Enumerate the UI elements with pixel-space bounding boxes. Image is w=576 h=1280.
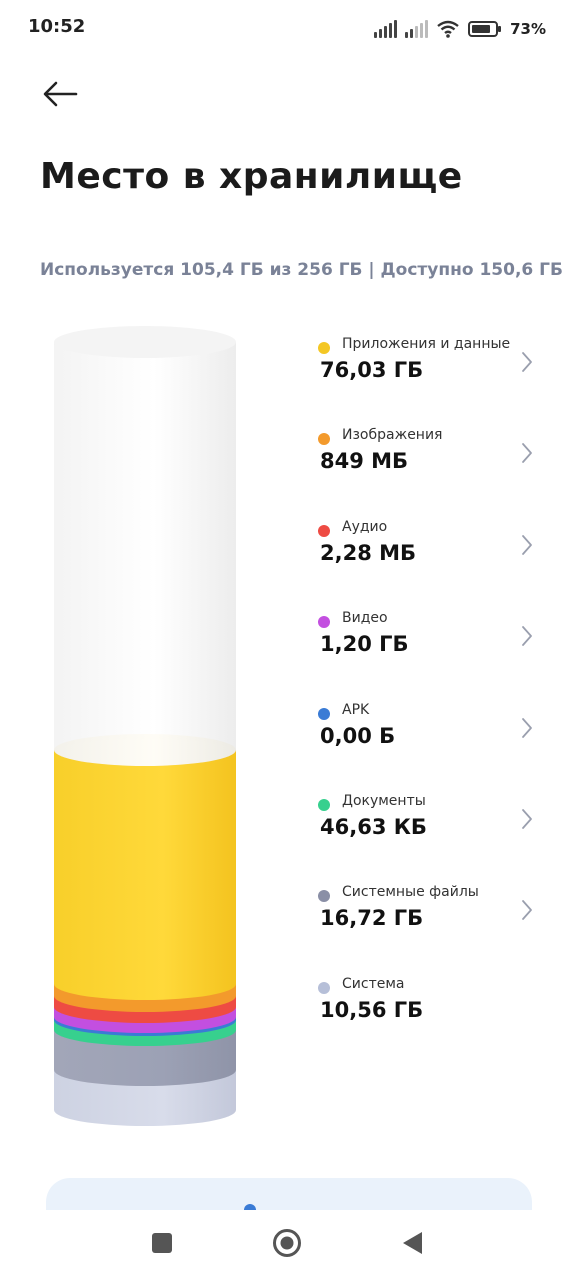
chevron-right-icon xyxy=(522,900,532,921)
chevron-right-icon xyxy=(522,809,532,829)
category-list: Приложения и данные 76,03 ГБ Изображения 84… xyxy=(316,336,536,1067)
signal-2-icon xyxy=(405,20,429,38)
chevron-right-icon xyxy=(522,443,532,464)
circle-icon xyxy=(273,1229,301,1257)
category-item[interactable]: APK 0,00 Б xyxy=(316,702,536,793)
category-size: 0,00 Б xyxy=(320,723,396,748)
page-title: Место в хранилище xyxy=(40,156,463,197)
segment-free xyxy=(54,342,236,766)
category-label: APK xyxy=(342,701,370,718)
category-color-dot xyxy=(318,616,330,629)
category-size: 1,20 ГБ xyxy=(320,632,409,657)
back-button[interactable] xyxy=(40,74,88,114)
category-color-dot xyxy=(318,707,330,720)
category-color-dot xyxy=(318,433,330,446)
back-nav-button[interactable] xyxy=(400,1230,424,1260)
category-color-dot xyxy=(318,890,330,903)
segment-apps-data xyxy=(54,750,236,1000)
category-label: Изображения xyxy=(342,427,443,444)
square-icon xyxy=(152,1233,172,1253)
category-size: 2,28 МБ xyxy=(320,540,417,565)
chevron-right-icon xyxy=(522,352,532,372)
arrow-left-icon xyxy=(43,81,78,107)
recents-button[interactable] xyxy=(150,1230,174,1258)
status-bar: 10:52 73% xyxy=(0,0,576,58)
category-size: 10,56 ГБ xyxy=(320,997,424,1022)
category-item[interactable]: Видео 1,20 ГБ xyxy=(316,610,536,701)
category-size: 76,03 ГБ xyxy=(320,358,424,382)
category-item[interactable]: Аудио 2,28 МБ xyxy=(316,519,536,610)
category-label: Видео xyxy=(342,610,388,627)
signal-1-icon xyxy=(374,20,398,38)
triangle-icon xyxy=(403,1232,422,1254)
category-size: 46,63 КБ xyxy=(320,814,427,839)
category-item[interactable]: Документы 46,63 КБ xyxy=(316,793,536,884)
navigation-bar xyxy=(0,1210,576,1280)
chevron-right-icon xyxy=(522,534,532,555)
chevron-right-icon xyxy=(522,717,532,738)
category-color-dot xyxy=(318,342,330,354)
home-button[interactable] xyxy=(272,1228,302,1262)
category-label: Документы xyxy=(342,792,426,809)
category-item: Система 10,56 ГБ xyxy=(316,976,536,1067)
storage-cylinder-chart xyxy=(54,326,236,1126)
battery-icon xyxy=(468,21,502,37)
category-size: 849 МБ xyxy=(320,449,409,474)
category-color-dot xyxy=(318,981,330,994)
storage-screen: 10:52 73% Место в хранилище Используется… xyxy=(0,0,576,1280)
category-label: Приложения и данные xyxy=(342,336,511,352)
chevron-right-icon xyxy=(522,626,532,647)
category-color-dot xyxy=(318,798,330,811)
category-color-dot xyxy=(318,524,330,537)
category-label: Системные файлы xyxy=(342,884,479,901)
category-label: Система xyxy=(342,975,405,992)
status-time: 10:52 xyxy=(28,16,86,37)
storage-summary: Используется 105,4 ГБ из 256 ГБ | Доступ… xyxy=(40,260,563,280)
wifi-icon xyxy=(437,20,459,38)
category-label: Аудио xyxy=(342,518,388,535)
category-item[interactable]: Изображения 849 МБ xyxy=(316,427,536,518)
battery-percent: 73% xyxy=(510,20,546,38)
category-item[interactable]: Системные файлы 16,72 ГБ xyxy=(316,884,536,975)
status-icons: 73% xyxy=(374,16,546,42)
category-size: 16,72 ГБ xyxy=(320,906,424,931)
category-item[interactable]: Приложения и данные 76,03 ГБ xyxy=(316,336,536,427)
